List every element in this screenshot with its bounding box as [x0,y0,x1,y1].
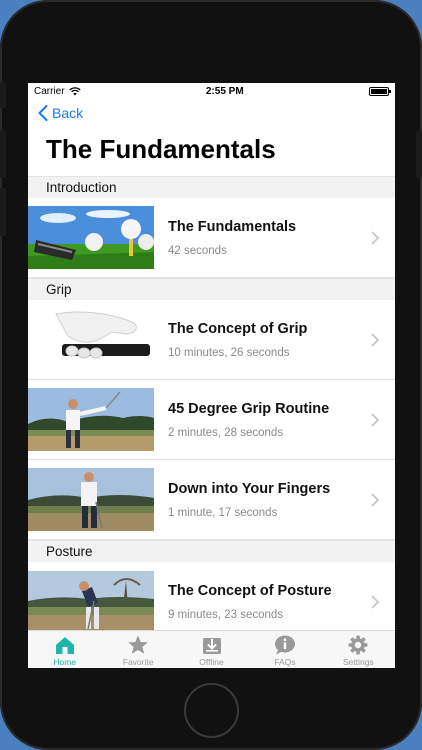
lesson-title: The Concept of Posture [168,583,332,599]
video-thumbnail [28,308,154,371]
tab-label: Home [53,657,77,667]
tab-label: Offline [199,657,224,667]
tab-faqs[interactable]: FAQs [248,631,321,668]
back-label: Back [52,105,84,121]
tab-bar: Home Favorite Offline FAQs Settings [28,630,395,668]
tab-label: Settings [342,657,374,667]
video-thumbnail [28,206,154,269]
section-header-grip: Grip [28,278,395,300]
chevron-right-icon [371,332,379,347]
video-thumbnail [28,570,154,634]
section-header-posture: Posture [28,540,395,562]
volume-up-button [0,130,6,178]
download-icon [202,638,221,654]
chevron-left-icon [38,105,48,121]
video-thumbnail [28,468,154,531]
silent-switch [0,82,6,108]
page-title: The Fundamentals [46,134,276,164]
star-icon [128,635,148,654]
gear-icon [348,635,368,655]
lesson-duration: 2 minutes, 28 seconds [168,426,284,439]
info-bubble-icon [274,635,295,655]
chevron-right-icon [371,412,379,427]
power-button [416,130,422,178]
status-time: 2:55 PM [205,85,244,97]
video-thumbnail [28,388,154,451]
battery-icon [368,86,391,96]
tab-label: Favorite [122,657,154,667]
chevron-right-icon [371,595,379,609]
home-icon [55,637,74,654]
chevron-right-icon [371,230,379,245]
tab-settings[interactable]: Settings [322,631,395,668]
app-screen: Carrier 2:55 PM Back The Fundamentals In… [28,83,395,668]
lesson-duration: 1 minute, 17 seconds [168,506,278,519]
carrier-label: Carrier [34,85,65,97]
back-button[interactable]: Back [38,105,83,121]
lesson-duration: 9 minutes, 23 seconds [168,609,284,621]
tab-home[interactable]: Home [28,631,101,668]
list-item[interactable]: The Fundamentals 42 seconds [28,198,395,278]
chevron-right-icon [371,492,379,507]
phone-frame: Carrier 2:55 PM Back The Fundamentals In… [0,0,422,750]
wifi-icon [68,86,81,95]
lesson-title: 45 Degree Grip Routine [168,400,330,417]
list-item[interactable]: 45 Degree Grip Routine 2 minutes, 28 sec… [28,380,395,460]
list-item[interactable]: The Concept of Grip 10 minutes, 26 secon… [28,300,395,380]
navigation-bar: Back [28,99,395,127]
lesson-list: Introduction The Fundamentals 42 seconds… [28,176,395,642]
volume-down-button [0,188,6,236]
tab-label: FAQs [274,657,296,667]
section-header-introduction: Introduction [28,176,395,198]
lesson-title: The Concept of Grip [168,320,308,337]
lesson-title: Down into Your Fingers [168,480,331,497]
status-bar: Carrier 2:55 PM [28,83,395,99]
lesson-title: The Fundamentals [168,218,297,235]
lesson-duration: 42 seconds [168,244,227,257]
lesson-duration: 10 minutes, 26 seconds [168,346,290,359]
tab-favorite[interactable]: Favorite [101,631,174,668]
home-button[interactable] [184,683,239,738]
list-item[interactable]: Down into Your Fingers 1 minute, 17 seco… [28,460,395,540]
tab-offline[interactable]: Offline [175,631,248,668]
